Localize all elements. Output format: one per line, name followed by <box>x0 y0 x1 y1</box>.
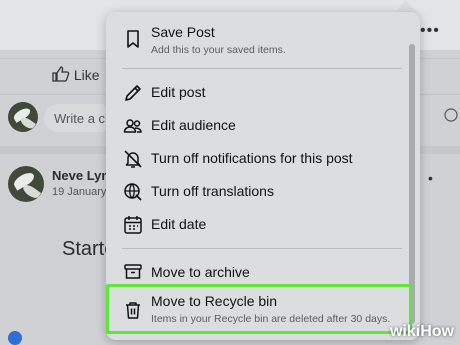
comment-placeholder: Write a c <box>54 111 106 126</box>
globe-icon <box>124 182 142 201</box>
bookmark-icon <box>127 30 139 48</box>
watermark-prefix: wiki <box>389 323 421 340</box>
notifications-label: Turn off notifications for this post <box>151 150 353 166</box>
more-options-icon[interactable]: ••• <box>420 22 440 40</box>
post-options-icon[interactable]: • <box>428 170 434 186</box>
highlight-box <box>106 284 412 334</box>
menu-separator <box>122 248 402 249</box>
save-post-item[interactable]: Save Post Add this to your saved items. <box>114 16 406 62</box>
wikihow-watermark: wikiHow <box>390 323 454 341</box>
post-author[interactable]: Neve Lyn <box>52 168 109 183</box>
edit-date-item[interactable]: Edit date <box>114 208 406 241</box>
like-button[interactable]: Like <box>52 66 100 83</box>
save-post-label: Save Post <box>151 24 215 40</box>
edit-post-label: Edit post <box>151 84 206 100</box>
like-reaction-icon <box>8 331 22 345</box>
edit-audience-item[interactable]: Edit audience <box>114 109 406 142</box>
pencil-icon <box>125 84 141 101</box>
bell-off-icon <box>124 149 142 168</box>
save-post-sub: Add this to your saved items. <box>151 44 286 56</box>
archive-icon <box>124 263 142 279</box>
author-avatar[interactable] <box>8 166 44 202</box>
comment-input[interactable]: Write a c <box>44 104 114 132</box>
people-icon <box>123 118 142 133</box>
notifications-item[interactable]: Turn off notifications for this post <box>114 142 406 175</box>
edit-audience-label: Edit audience <box>151 117 236 133</box>
archive-label: Move to archive <box>151 264 250 280</box>
like-label: Like <box>73 67 100 83</box>
calendar-icon <box>124 215 142 234</box>
translations-label: Turn off translations <box>151 183 274 199</box>
thumbs-up-icon <box>52 66 70 82</box>
watermark-suffix: How <box>420 323 454 340</box>
edit-post-item[interactable]: Edit post <box>114 76 406 109</box>
edit-date-label: Edit date <box>151 216 207 232</box>
post-date[interactable]: 19 January <box>52 186 106 198</box>
emoji-icon[interactable] <box>444 108 458 122</box>
menu-scrollbar[interactable] <box>409 44 415 324</box>
menu-separator <box>122 68 402 69</box>
translations-item[interactable]: Turn off translations <box>114 175 406 208</box>
avatar[interactable] <box>8 102 38 132</box>
